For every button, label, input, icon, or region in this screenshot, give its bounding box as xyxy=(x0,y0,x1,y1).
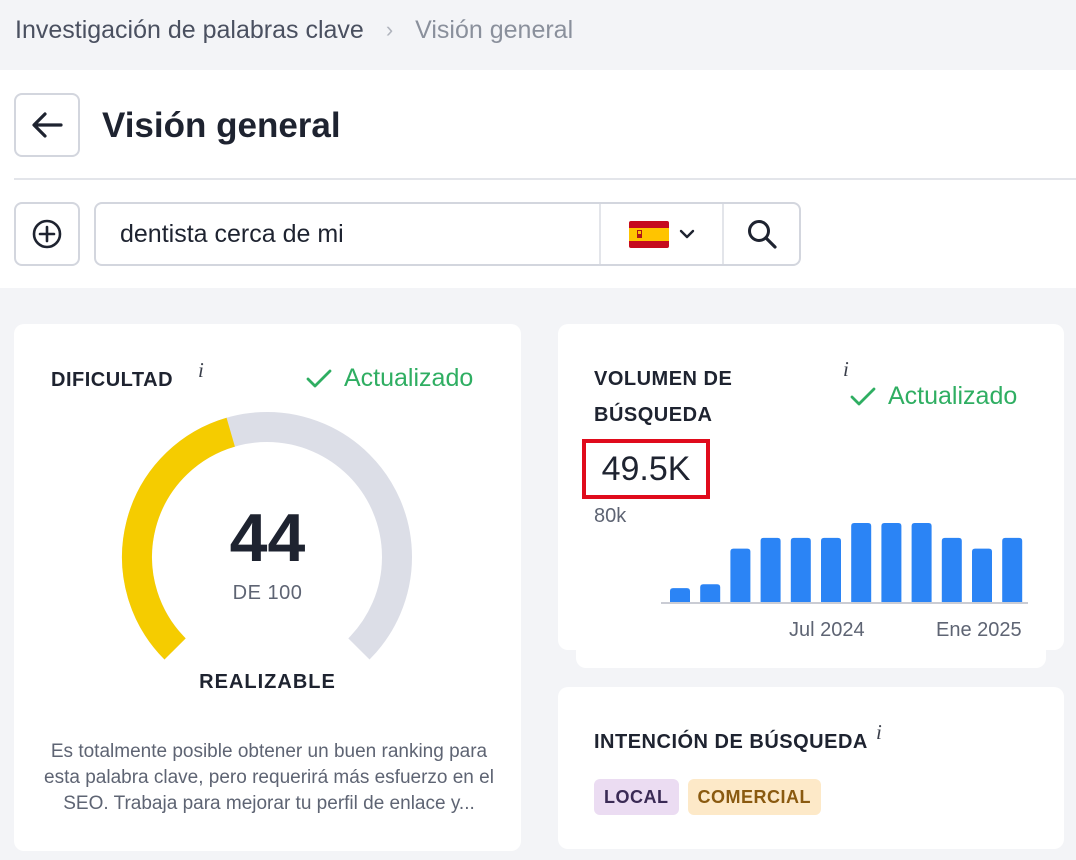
chevron-down-icon xyxy=(679,229,694,239)
country-select[interactable] xyxy=(599,204,722,264)
chart-bar-4[interactable] xyxy=(760,537,781,602)
chart-bar-2[interactable] xyxy=(700,584,721,602)
chart-bar-9[interactable] xyxy=(911,523,932,602)
spain-flag-icon xyxy=(628,220,669,248)
page-title: Visión general xyxy=(102,106,341,145)
intent-badges: LOCAL COMERCIAL xyxy=(594,779,821,815)
chart-bar-12[interactable] xyxy=(1002,537,1023,602)
back-button[interactable] xyxy=(14,93,80,157)
chart-bar-8[interactable] xyxy=(881,523,902,602)
plus-circle-icon xyxy=(32,219,62,249)
chart-bar-11[interactable] xyxy=(972,548,992,602)
difficulty-max: DE 100 xyxy=(232,582,303,604)
breadcrumb: Investigación de palabras clave › Visión… xyxy=(15,14,573,46)
intent-badge-commercial: COMERCIAL xyxy=(687,779,821,815)
search-volume-value: 49.5K xyxy=(582,439,710,499)
keyword-search-input[interactable] xyxy=(96,204,599,264)
header-panel: Visión general xyxy=(0,70,1076,288)
intent-info-icon[interactable]: i xyxy=(876,720,882,745)
breadcrumb-item-current: Visión general xyxy=(415,15,574,44)
add-keyword-button[interactable] xyxy=(14,202,80,266)
search-box xyxy=(94,202,801,266)
breadcrumb-item-keyword-research[interactable]: Investigación de palabras clave xyxy=(15,16,364,45)
chart-bar-1[interactable] xyxy=(670,588,690,602)
chart-x-tick-ene-2025: Ene 2025 xyxy=(936,619,1022,641)
chart-bar-7[interactable] xyxy=(851,523,872,602)
search-intent-card: INTENCIÓN DE BÚSQUEDA i LOCAL COMERCIAL xyxy=(558,687,1064,849)
difficulty-score: 44 xyxy=(229,500,306,576)
arrow-left-icon xyxy=(32,112,63,138)
difficulty-description: Es totalmente posible obtener un buen ra… xyxy=(44,741,494,814)
difficulty-card: DIFICULTAD i Actualizado 44 DE 100 REALI… xyxy=(14,324,521,851)
search-icon xyxy=(747,220,777,249)
search-button[interactable] xyxy=(722,204,799,264)
chart-bar-10[interactable] xyxy=(941,537,962,602)
divider xyxy=(14,178,1076,180)
intent-label: INTENCIÓN DE BÚSQUEDA xyxy=(594,731,868,753)
intent-badge-local: LOCAL xyxy=(594,779,679,815)
chart-bar-6[interactable] xyxy=(821,537,841,602)
chart-bar-3[interactable] xyxy=(730,548,751,602)
breadcrumb-separator: › xyxy=(385,17,394,42)
difficulty-level: REALIZABLE xyxy=(199,671,336,693)
chart-x-tick-jul-2024: Jul 2024 xyxy=(789,619,865,641)
chart-bar-5[interactable] xyxy=(790,537,811,602)
